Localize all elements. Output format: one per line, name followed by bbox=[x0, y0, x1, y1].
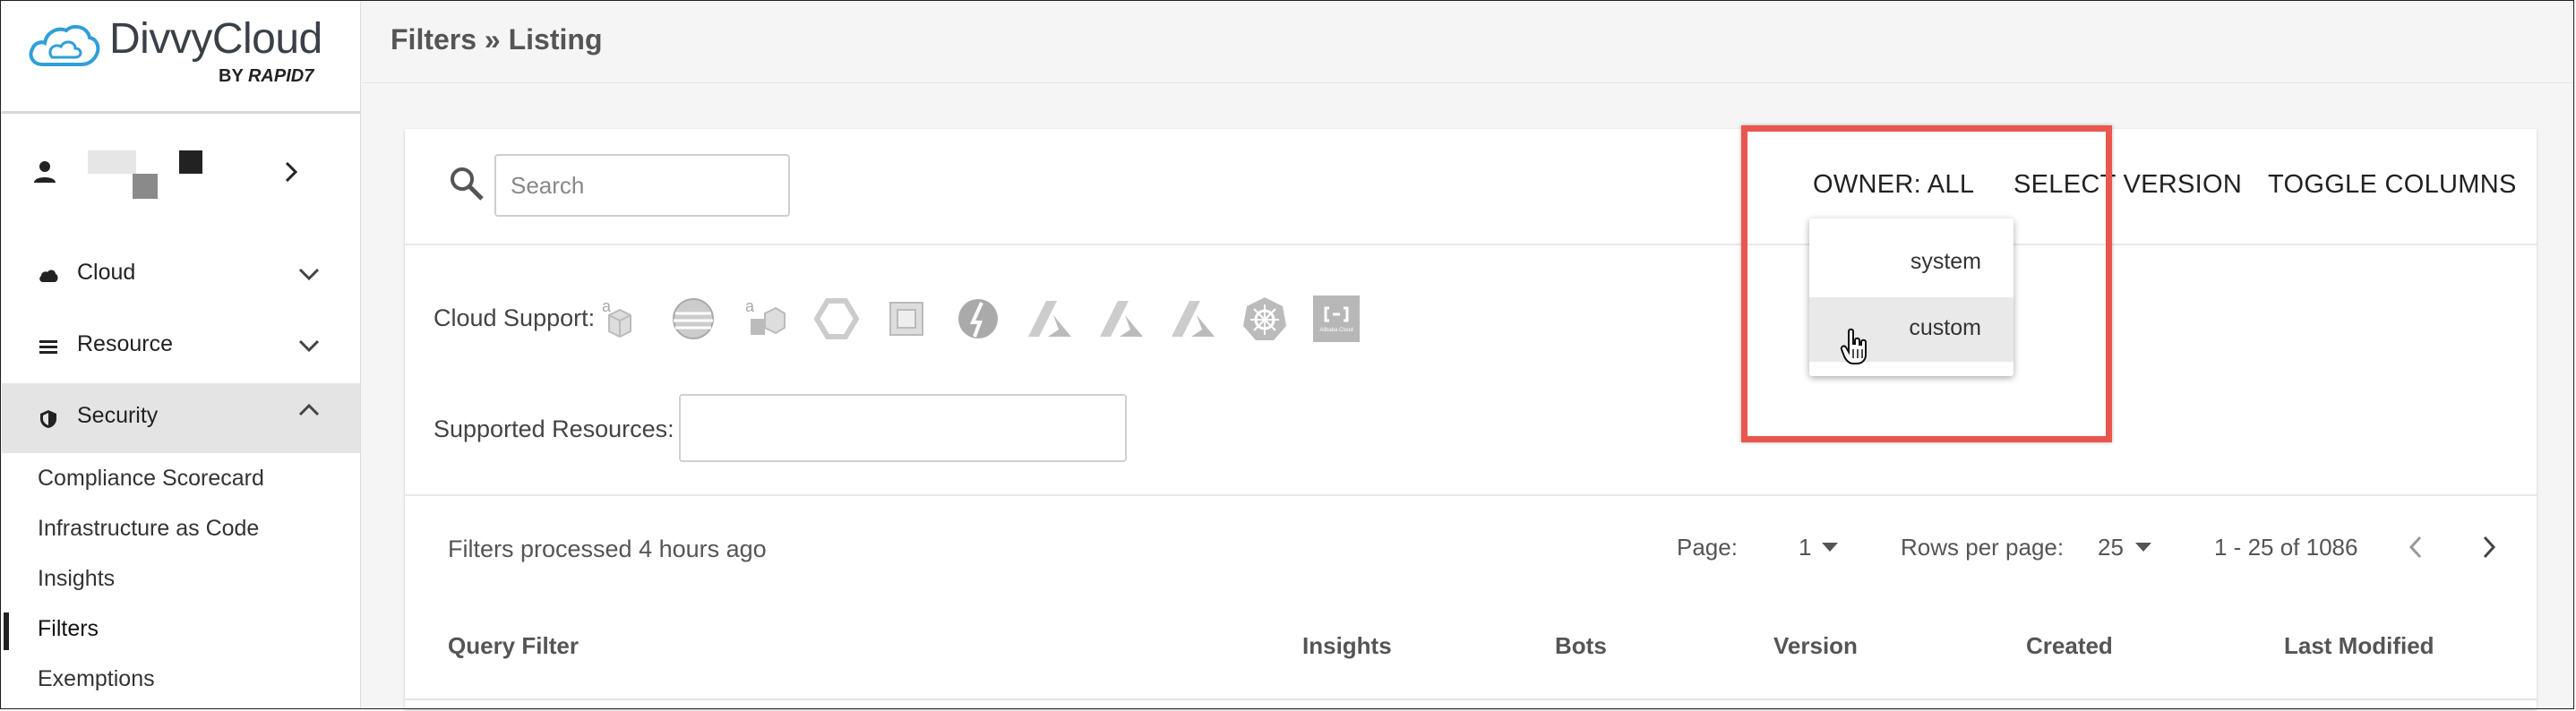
brand-name: DivvyCloud bbox=[109, 15, 322, 63]
column-header-last-modified[interactable]: Last Modified bbox=[2284, 632, 2434, 660]
avatar bbox=[88, 150, 136, 174]
page-select[interactable]: 1 bbox=[1799, 534, 1811, 561]
column-header-version[interactable]: Version bbox=[1773, 632, 1858, 660]
toggle-columns-button[interactable]: TOGGLE COLUMNS bbox=[2268, 170, 2517, 200]
chevron-down-icon bbox=[298, 339, 320, 353]
avatar-block bbox=[133, 174, 158, 199]
column-header-query-filter[interactable]: Query Filter bbox=[448, 632, 579, 660]
chevron-left-icon[interactable] bbox=[2406, 534, 2426, 561]
sidebar-item-security[interactable]: Security bbox=[2, 383, 360, 453]
search-icon bbox=[451, 167, 484, 201]
kubernetes-icon[interactable] bbox=[1241, 296, 1288, 342]
page-title: Filters » Listing bbox=[391, 23, 603, 56]
search-input[interactable] bbox=[494, 154, 790, 217]
chevron-up-icon bbox=[298, 403, 320, 416]
cloud-icon bbox=[39, 270, 58, 282]
select-version-button[interactable]: SELECT VERSION bbox=[2014, 170, 2242, 200]
page-label: Page: bbox=[1677, 534, 1738, 561]
sidebar-subitem-insights[interactable]: Insights bbox=[38, 566, 115, 592]
option-label: system bbox=[1910, 249, 1981, 274]
sidebar: DivvyCloud BY RAPID7 Cloud Resource Secu… bbox=[2, 2, 361, 709]
active-indicator bbox=[4, 612, 9, 650]
sidebar-item-label: Resource bbox=[77, 331, 173, 356]
rows-per-page-select[interactable]: 25 bbox=[2098, 534, 2124, 561]
caret-down-icon[interactable] bbox=[1822, 543, 1838, 552]
chevron-down-icon bbox=[298, 268, 320, 281]
divider bbox=[362, 82, 2574, 83]
divider bbox=[405, 494, 2537, 496]
brand-by: BY RAPID7 bbox=[219, 66, 313, 87]
sidebar-subitem-exemptions[interactable]: Exemptions bbox=[38, 666, 155, 692]
svg-text:a: a bbox=[602, 297, 612, 315]
alibaba-logo-icon bbox=[1324, 306, 1349, 322]
page-range: 1 - 25 of 1086 bbox=[2214, 534, 2358, 561]
cloud-support-label: Cloud Support: bbox=[434, 304, 596, 331]
brand-by-prefix: BY bbox=[219, 66, 244, 86]
sidebar-item-cloud[interactable]: Cloud bbox=[2, 240, 360, 310]
hand-cursor-icon bbox=[1840, 328, 1867, 364]
owner-option-system[interactable]: system bbox=[1809, 231, 2014, 296]
column-header-bots[interactable]: Bots bbox=[1555, 632, 1607, 660]
column-header-created[interactable]: Created bbox=[2026, 632, 2113, 660]
ibm-icon[interactable] bbox=[955, 296, 1001, 342]
person-icon bbox=[34, 161, 56, 183]
aws-gov-icon[interactable] bbox=[670, 296, 717, 342]
user-menu[interactable] bbox=[2, 127, 360, 217]
sidebar-subitem-infrastructure-as-code[interactable]: Infrastructure as Code bbox=[38, 516, 259, 542]
chevron-right-icon[interactable] bbox=[283, 159, 301, 184]
aws-icon[interactable]: a bbox=[598, 296, 645, 342]
divider bbox=[405, 244, 2537, 245]
caret-down-icon[interactable] bbox=[2135, 543, 2151, 552]
sidebar-item-label: Cloud bbox=[77, 260, 136, 285]
oracle-icon[interactable] bbox=[883, 296, 930, 342]
aws-china-icon[interactable]: a bbox=[742, 296, 788, 342]
sidebar-subitem-filters[interactable]: Filters bbox=[38, 616, 99, 642]
sidebar-item-label: Security bbox=[77, 403, 159, 428]
sidebar-item-resource[interactable]: Resource bbox=[2, 312, 360, 381]
logo[interactable]: DivvyCloud BY RAPID7 bbox=[2, 2, 360, 114]
supported-resources-label: Supported Resources: bbox=[434, 415, 674, 442]
alibaba-label: Alibaba Cloud bbox=[1319, 328, 1353, 333]
rows-per-page-label: Rows per page: bbox=[1901, 534, 2065, 561]
option-label: custom bbox=[1909, 315, 1981, 340]
processed-status: Filters processed 4 hours ago bbox=[448, 535, 767, 562]
gcp-icon[interactable] bbox=[813, 296, 860, 342]
divider bbox=[405, 698, 2537, 700]
sidebar-subitem-compliance-scorecard[interactable]: Compliance Scorecard bbox=[38, 466, 264, 492]
azure-gov-icon[interactable] bbox=[1098, 296, 1145, 342]
shield-icon bbox=[40, 410, 56, 428]
svg-text:a: a bbox=[745, 297, 755, 315]
chevron-right-icon[interactable] bbox=[2479, 534, 2499, 561]
supported-resources-select[interactable] bbox=[679, 394, 1127, 462]
cloud-logo-icon bbox=[29, 24, 100, 66]
owner-filter-button[interactable]: OWNER: ALL bbox=[1813, 170, 1974, 200]
brand-rapid7: RAPID7 bbox=[247, 66, 314, 86]
alibaba-icon[interactable]: Alibaba Cloud bbox=[1313, 296, 1360, 342]
azure-china-icon[interactable] bbox=[1170, 296, 1216, 342]
azure-icon[interactable] bbox=[1026, 296, 1073, 342]
column-header-insights[interactable]: Insights bbox=[1302, 632, 1392, 660]
avatar-block-dark bbox=[179, 150, 202, 174]
list-icon bbox=[39, 340, 57, 354]
